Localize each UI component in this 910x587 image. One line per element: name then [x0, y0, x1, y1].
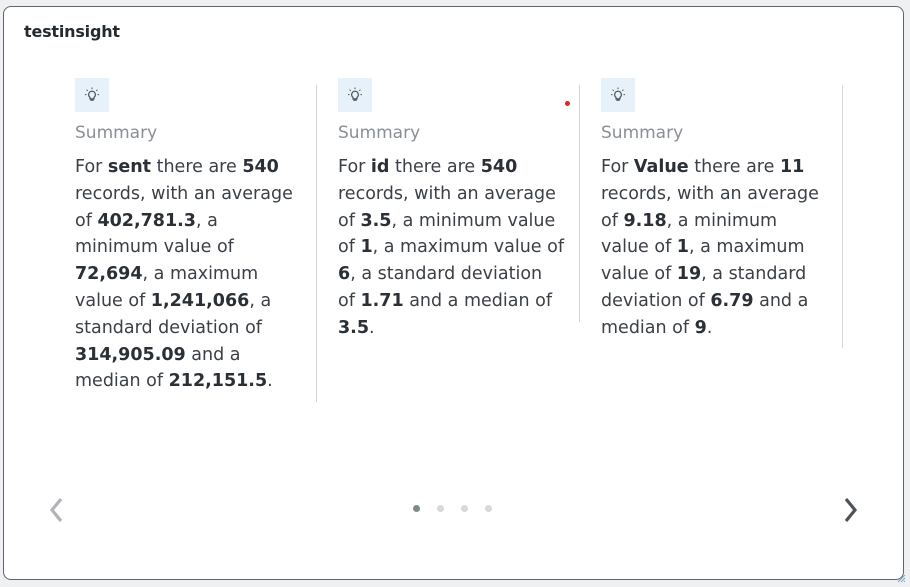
highlighted-value: 11 — [779, 157, 805, 177]
icon-container — [75, 78, 109, 112]
alert-indicator-dot — [565, 101, 570, 106]
card-label: Summary — [75, 123, 158, 143]
highlighted-value: 1 — [676, 237, 689, 258]
text-fragment: . — [267, 371, 273, 392]
highlighted-value: id — [370, 157, 390, 177]
text-fragment: and a median of — [403, 290, 552, 311]
highlighted-value: 19 — [676, 264, 702, 285]
summary-card: Summary For Value there are 11 records, … — [601, 78, 839, 342]
resize-handle-icon[interactable] — [896, 573, 906, 583]
icon-container — [601, 78, 635, 112]
highlighted-value: Value — [633, 157, 689, 177]
text-fragment: For — [601, 157, 634, 177]
highlighted-value: 9.18 — [623, 210, 667, 231]
card-label: Summary — [338, 123, 421, 143]
page-dot-3[interactable] — [461, 505, 468, 512]
page-dot-4[interactable] — [485, 505, 492, 512]
lightbulb-icon — [85, 87, 99, 101]
text-fragment: there are — [389, 157, 481, 177]
lightbulb-icon — [348, 87, 362, 101]
highlighted-value: 9 — [694, 317, 707, 338]
text-fragment: For — [338, 157, 371, 177]
highlighted-value: 1.71 — [360, 290, 404, 311]
card-divider — [842, 85, 843, 348]
lightbulb-icon — [611, 87, 625, 101]
highlighted-value: 6.79 — [710, 290, 754, 311]
highlighted-value: 540 — [242, 157, 279, 177]
carousel-next-button[interactable] — [840, 494, 862, 526]
carousel-pagination — [413, 505, 492, 512]
chevron-left-icon — [49, 497, 63, 523]
highlighted-value: 402,781.3 — [97, 210, 196, 231]
text-fragment: . — [369, 317, 375, 338]
text-fragment: there are — [688, 157, 780, 177]
card-summary-text: For sent there are 540 records, with an … — [75, 154, 301, 395]
page-dot-1[interactable] — [413, 505, 420, 512]
card-summary-text: For id there are 540 records, with an av… — [338, 154, 564, 342]
chevron-right-icon — [844, 497, 858, 523]
highlighted-value: 72,694 — [75, 264, 143, 285]
panel-title: testinsight — [24, 22, 120, 41]
card-summary-text: For Value there are 11 records, with an … — [601, 154, 827, 342]
text-fragment: , a maximum value of — [372, 237, 565, 258]
card-divider — [579, 85, 580, 322]
highlighted-value: 1 — [360, 237, 373, 258]
carousel-prev-button[interactable] — [45, 494, 67, 526]
page-dot-2[interactable] — [437, 505, 444, 512]
highlighted-value: sent — [107, 157, 152, 177]
card-divider — [316, 85, 317, 402]
text-fragment: . — [706, 317, 713, 338]
highlighted-value: 3.5 — [338, 317, 370, 338]
highlighted-value: 212,151.5 — [168, 371, 268, 392]
card-label: Summary — [601, 123, 684, 143]
highlighted-value: 3.5 — [360, 210, 392, 231]
summary-card: Summary For sent there are 540 records, … — [75, 78, 313, 395]
highlighted-value: 1,241,066 — [150, 290, 250, 311]
summary-card: Summary For id there are 540 records, wi… — [338, 78, 576, 342]
highlighted-value: 6 — [338, 264, 351, 285]
highlighted-value: 540 — [480, 157, 518, 177]
icon-container — [338, 78, 372, 112]
text-fragment: there are — [151, 157, 243, 177]
text-fragment: For — [75, 157, 108, 177]
highlighted-value: 314,905.09 — [75, 344, 186, 365]
